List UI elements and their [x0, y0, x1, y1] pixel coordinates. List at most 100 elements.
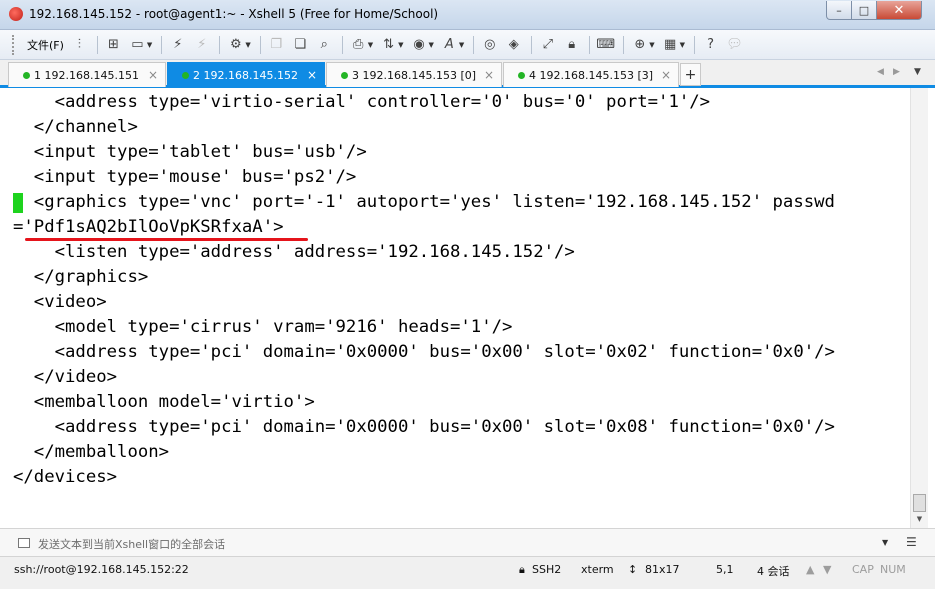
title-bar: 192.168.145.152 - root@agent1:~ - Xshell…	[0, 0, 935, 30]
toolbar-separator	[96, 35, 98, 54]
xshell-logo-icon	[9, 7, 23, 21]
chevron-down-icon[interactable]: ▼	[882, 538, 888, 547]
terminal-output[interactable]: <address type='virtio-serial' controller…	[9, 88, 910, 528]
chat-icon[interactable]: 💬︎	[726, 36, 743, 53]
terminal-line: </channel>	[13, 117, 138, 137]
window-title: 192.168.145.152 - root@agent1:~ - Xshell…	[29, 7, 439, 21]
tab-close-icon[interactable]: ×	[484, 68, 494, 82]
terminal-line: <memballoon model='virtio'>	[13, 392, 315, 412]
print-icon[interactable]: ⎙	[350, 36, 367, 53]
tab-close-icon[interactable]: ×	[148, 68, 158, 82]
chevron-down-icon[interactable]: ▼	[398, 41, 403, 49]
file-menu[interactable]: 文件(F)	[27, 37, 64, 53]
connected-dot-icon	[341, 71, 348, 79]
toolbar-separator	[219, 35, 221, 54]
fullscreen-icon[interactable]: ⤢	[539, 36, 556, 53]
xftp-icon[interactable]: ◎	[481, 36, 498, 53]
terminal-line: </devices>	[13, 467, 118, 487]
scroll-down-icon[interactable]: ▼	[913, 512, 926, 526]
connected-dot-icon	[23, 71, 30, 79]
terminal-line: <input type='mouse' bus='ps2'/>	[13, 167, 357, 187]
chevron-down-icon[interactable]: ▼	[147, 41, 152, 49]
terminal-scrollbar[interactable]: ▼	[910, 88, 928, 528]
tab-session-3[interactable]: 3 192.168.145.153 [0] ×	[326, 62, 502, 87]
open-folder-icon[interactable]: ▭	[129, 36, 146, 53]
toolbar-separator	[473, 35, 475, 54]
terminal-line: <address type='virtio-serial' controller…	[13, 92, 711, 112]
connected-dot-icon	[518, 71, 525, 79]
chevron-down-icon[interactable]: ▼	[680, 41, 685, 49]
maximize-button[interactable]: □	[851, 1, 877, 20]
tab-session-2[interactable]: 2 192.168.145.152 ×	[167, 62, 325, 87]
paste-icon[interactable]: ❏	[292, 36, 309, 53]
menu-icon[interactable]: ☰	[906, 535, 917, 549]
pin-icon[interactable]: ⫶	[71, 36, 88, 53]
reconnect-icon[interactable]: ⚡	[169, 36, 186, 53]
chevron-down-icon[interactable]: ▼	[459, 41, 464, 49]
transfer-icon[interactable]: ⇅	[380, 36, 397, 53]
toolbar-separator	[341, 35, 343, 54]
toolbar-separator	[259, 35, 261, 54]
toolbar-grip[interactable]	[12, 34, 15, 55]
minimize-button[interactable]: –	[826, 1, 852, 20]
properties-icon[interactable]: ⚙	[227, 36, 244, 53]
tab-prev-icon[interactable]: ◀	[877, 67, 884, 77]
compose-toggle-icon[interactable]	[18, 538, 30, 548]
toolbar-separator	[589, 35, 591, 54]
num-lock-indicator: NUM	[880, 563, 906, 576]
script-icon[interactable]: ◈	[505, 36, 522, 53]
protocol-label: SSH2	[532, 563, 562, 576]
session-count-label: 4 会话	[757, 565, 790, 578]
chevron-down-icon[interactable]: ▼	[368, 41, 373, 49]
session-tab-bar: 1 192.168.145.151 × 2 192.168.145.152 × …	[0, 60, 935, 88]
terminal-cursor	[13, 193, 23, 213]
lock-icon: 🔒︎	[519, 563, 525, 576]
disconnect-icon[interactable]: ⚡	[193, 36, 210, 53]
tab-session-1[interactable]: 1 192.168.145.151 ×	[8, 62, 166, 87]
lock-icon[interactable]: 🔒︎	[563, 36, 580, 53]
globe-icon[interactable]: ◉	[410, 36, 427, 53]
add-icon[interactable]: ⊕	[631, 36, 648, 53]
new-session-icon[interactable]: ⊞	[105, 36, 122, 53]
terminal-line: ='Pdf1sAQ2bIlOoVpKSRfxaA'>	[13, 217, 284, 237]
tab-list-icon[interactable]: ▼	[914, 67, 921, 77]
tab-label: 4 192.168.145.153 [3]	[529, 68, 654, 82]
copy-icon[interactable]: ❐	[268, 36, 285, 53]
toolbar: 文件(F) ⫶ ⊞ ▭ ▼ ⚡ ⚡ ⚙ ▼ ❐ ❏ ⌕ ⎙ ▼ ⇅ ▼ ◉ ▼ A ▼ ◎ …	[0, 30, 935, 60]
terminal-line: <input type='tablet' bus='usb'/>	[13, 142, 367, 162]
layout-icon[interactable]: ▦	[662, 36, 679, 53]
cursor-position-label: 5,1	[716, 563, 734, 576]
chevron-down-icon[interactable]: ▼	[428, 41, 433, 49]
new-tab-button[interactable]: +	[680, 63, 701, 86]
tab-session-4[interactable]: 4 192.168.145.153 [3] ×	[503, 62, 679, 87]
terminal-line: </memballoon>	[13, 442, 170, 462]
terminal-line: </video>	[13, 367, 118, 387]
terminal-line: <address type='pci' domain='0x0000' bus=…	[13, 417, 835, 437]
compose-bar: 发送文本到当前Xshell窗口的全部会话 ▼ ☰	[0, 528, 935, 557]
scroll-up-icon[interactable]: ▲	[806, 563, 814, 576]
terminal-line: </graphics>	[13, 267, 149, 287]
find-icon[interactable]: ⌕	[316, 36, 333, 53]
compose-input[interactable]: 发送文本到当前Xshell窗口的全部会话	[38, 536, 225, 552]
keyboard-icon[interactable]: ⌨	[596, 36, 615, 53]
tab-next-icon[interactable]: ▶	[893, 67, 900, 77]
terminal-size-label: 81x17	[645, 563, 680, 576]
terminal-type-label: xterm	[581, 563, 614, 576]
chevron-down-icon[interactable]: ▼	[245, 41, 250, 49]
scrollbar-thumb[interactable]	[913, 494, 926, 512]
scroll-down-icon[interactable]: ▼	[823, 563, 831, 576]
tab-close-icon[interactable]: ×	[307, 68, 317, 82]
tab-label: 2 192.168.145.152	[193, 68, 298, 82]
tab-close-icon[interactable]: ×	[661, 68, 671, 82]
close-button[interactable]: ✕	[876, 1, 922, 20]
font-icon[interactable]: A	[441, 36, 458, 53]
terminal-line: <listen type='address' address='192.168.…	[13, 242, 575, 262]
terminal-line: <video>	[13, 292, 107, 312]
help-icon[interactable]: ?	[702, 36, 719, 53]
chevron-down-icon[interactable]: ▼	[649, 41, 654, 49]
status-bar: ssh://root@192.168.145.152:22 🔒︎ SSH2 xt…	[0, 557, 935, 589]
toolbar-separator	[531, 35, 533, 54]
password-annotation-underline	[25, 238, 308, 241]
tab-label: 1 192.168.145.151	[34, 68, 139, 82]
terminal-line: <model type='cirrus' vram='9216' heads='…	[13, 317, 513, 337]
